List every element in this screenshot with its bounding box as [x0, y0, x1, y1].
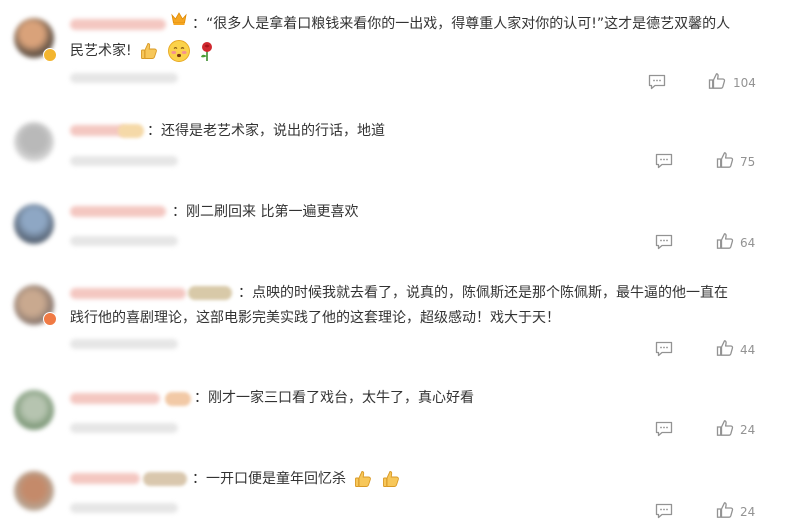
comment-timestamp: [70, 73, 178, 83]
thumbs-up-emoji-icon: [141, 43, 157, 59]
comment-text-line1: ：一开口便是童年回忆杀: [192, 467, 401, 492]
crown-icon: [171, 12, 187, 25]
comment-icon[interactable]: [648, 74, 666, 90]
comment-text-tail: 民艺术家!: [70, 43, 132, 59]
thumbs-up-icon[interactable]: [716, 501, 734, 519]
comment-icon[interactable]: [655, 503, 673, 519]
user-badge: [143, 472, 187, 486]
thumbs-up-emoji-icon: [382, 471, 399, 487]
username[interactable]: [70, 206, 166, 217]
comment-timestamp: [70, 423, 178, 433]
thumbs-up-icon[interactable]: [708, 72, 726, 90]
comment-text-line1: ：还得是老艺术家，说出的行话，地道: [147, 123, 385, 139]
comment-icon[interactable]: [655, 421, 673, 437]
like-count: 75: [740, 155, 756, 169]
comment-list: ：“很多人是拿着口粮钱来看你的一出戏，得尊重人家对你的认可!”这才是德艺双馨的人…: [0, 0, 789, 523]
rose-emoji-icon: [200, 42, 212, 61]
like-count: 104: [733, 76, 756, 90]
comment-timestamp: [70, 156, 178, 166]
thumbs-up-icon[interactable]: [716, 151, 734, 169]
comment-text-line1: ：“很多人是拿着口粮钱来看你的一出戏，得尊重人家对你的认可!”这才是德艺双馨的人: [192, 16, 731, 32]
avatar[interactable]: [14, 204, 54, 244]
avatar[interactable]: [14, 122, 54, 162]
like-count: 44: [740, 343, 756, 357]
user-badge: [118, 124, 144, 138]
username[interactable]: [70, 288, 186, 299]
comment-timestamp: [70, 236, 178, 246]
comment-icon[interactable]: [655, 153, 673, 169]
username[interactable]: [70, 19, 166, 30]
comment-text: ：一开口便是童年回忆杀: [192, 471, 346, 487]
comment-text-line1: ：点映的时候我就去看了，说真的，陈佩斯还是那个陈佩斯，最牛逼的他一直在: [238, 285, 728, 301]
comment-icon[interactable]: [655, 234, 673, 250]
avatar[interactable]: [14, 471, 54, 511]
verified-badge-icon: [43, 48, 57, 62]
thumbs-up-icon[interactable]: [716, 232, 734, 250]
username[interactable]: [70, 473, 140, 484]
comment-timestamp: [70, 503, 178, 513]
verified-badge-icon: [43, 312, 57, 326]
thumbs-up-icon[interactable]: [716, 339, 734, 357]
like-count: 64: [740, 236, 756, 250]
like-count: 24: [740, 423, 756, 437]
comment-icon[interactable]: [655, 341, 673, 357]
thumbs-up-emoji-icon: [355, 471, 372, 487]
username[interactable]: [70, 393, 160, 404]
like-count: 24: [740, 505, 756, 519]
user-badge: [165, 392, 191, 406]
avatar[interactable]: [14, 390, 54, 430]
shy-face-emoji-icon: [167, 40, 190, 62]
user-badge: [188, 286, 232, 300]
comment-text-line2: 践行他的喜剧理论，这部电影完美实践了他的这套理论，超级感动！戏大于天！: [70, 310, 560, 326]
comment-text-line2: 民艺术家!: [70, 39, 216, 64]
comment-timestamp: [70, 339, 178, 349]
comment-text-line1: ：刚二刷回来 比第一遍更喜欢: [172, 204, 359, 220]
thumbs-up-icon[interactable]: [716, 419, 734, 437]
comment-text-line1: ：刚才一家三口看了戏台，太牛了，真心好看: [194, 390, 474, 406]
